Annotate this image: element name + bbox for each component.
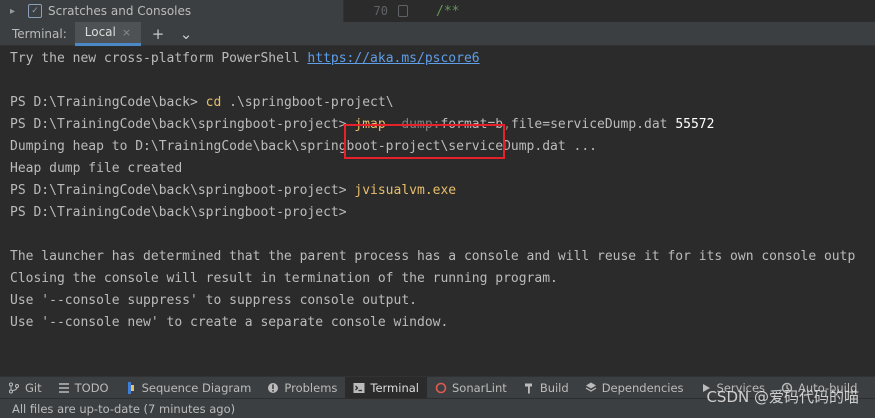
- command-arg: .\springboot-project\: [221, 95, 394, 110]
- editor-peek: 70 /**: [343, 0, 875, 22]
- terminal-line: Try the new cross-platform PowerShell ht…: [0, 48, 875, 70]
- terminal-line: Use '--console new' to create a separate…: [10, 315, 449, 330]
- terminal-line: Use '--console suppress' to suppress con…: [10, 293, 417, 308]
- chevron-right-icon[interactable]: ▸: [10, 6, 22, 17]
- line-number: 70: [373, 4, 388, 18]
- terminal-line: PS D:\TrainingCode\back> cd .\springboot…: [0, 92, 875, 114]
- tool-window-todo[interactable]: TODO: [50, 377, 117, 399]
- process-id: 55572: [675, 117, 715, 132]
- dependencies-icon: [585, 382, 597, 392]
- terminal-tab-bar: Terminal: Local × + ⌄: [0, 21, 875, 46]
- add-icon[interactable]: +: [147, 25, 169, 43]
- tool-window-label: Problems: [284, 380, 338, 395]
- tab-local[interactable]: Local ×: [74, 21, 142, 46]
- terminal-line: Heap dump file created: [10, 161, 183, 176]
- git-branch-icon: [9, 382, 19, 393]
- prompt: PS D:\TrainingCode\back\springboot-proje…: [10, 183, 355, 198]
- tool-window-sonarlint[interactable]: SonarLint: [427, 377, 515, 399]
- watermark: CSDN @爱码代码的喵: [706, 388, 859, 406]
- terminal-line-empty: [0, 224, 875, 246]
- project-tree-item[interactable]: ▸ ✓ Scratches and Consoles: [0, 0, 343, 22]
- tool-window-label: TODO: [74, 380, 109, 395]
- tool-window-label: Dependencies: [601, 380, 684, 395]
- todo-list-icon: [58, 382, 69, 393]
- terminal-line-empty: [0, 70, 875, 92]
- problems-icon: [268, 382, 279, 393]
- sonarlint-icon: [435, 382, 447, 393]
- close-icon[interactable]: ×: [122, 26, 131, 39]
- terminal-text: Try the new cross-platform PowerShell: [10, 51, 308, 66]
- tool-window-terminal[interactable]: Terminal: [345, 376, 427, 399]
- command: jvisualvm.exe: [354, 183, 457, 198]
- sequence-diagram-icon: [127, 381, 134, 394]
- top-strip: ▸ ✓ Scratches and Consoles 70 /**: [0, 0, 875, 22]
- scratches-icon: ✓: [28, 4, 42, 18]
- tool-window-label: Git: [25, 380, 42, 395]
- terminal-output[interactable]: Try the new cross-platform PowerShell ht…: [0, 47, 875, 374]
- command-arg: file=serviceDump.dat: [510, 117, 676, 132]
- tool-window-label: Build: [539, 380, 569, 395]
- tool-window-label: Terminal: [370, 380, 419, 395]
- code-comment: /**: [436, 3, 460, 19]
- terminal-icon: [353, 382, 365, 393]
- tool-window-git[interactable]: Git: [0, 377, 50, 399]
- tool-window-dependencies[interactable]: Dependencies: [577, 377, 692, 399]
- status-text: All files are up-to-date (7 minutes ago): [12, 401, 236, 416]
- fold-icon[interactable]: [398, 5, 408, 17]
- terminal-line: PS D:\TrainingCode\back\springboot-proje…: [10, 205, 347, 220]
- command: cd: [205, 95, 222, 110]
- tool-window-sequence-diagram[interactable]: Sequence Diagram: [117, 377, 260, 399]
- chevron-down-icon[interactable]: ⌄: [175, 25, 197, 43]
- tool-window-problems[interactable]: Problems: [259, 377, 345, 399]
- terminal-title: Terminal:: [12, 26, 67, 41]
- project-item-label: Scratches and Consoles: [48, 4, 192, 18]
- tab-local-label: Local: [84, 25, 116, 39]
- highlight-box: [344, 124, 505, 159]
- tool-window-label: Sequence Diagram: [141, 380, 252, 395]
- tool-window-build[interactable]: Build: [515, 377, 577, 399]
- terminal-line: The launcher has determined that the par…: [10, 249, 856, 264]
- prompt: PS D:\TrainingCode\back\springboot-proje…: [10, 117, 355, 132]
- terminal-line: Closing the console will result in termi…: [10, 271, 558, 286]
- prompt: PS D:\TrainingCode\back>: [10, 95, 206, 110]
- pscore-link[interactable]: https://aka.ms/pscore6: [307, 51, 479, 66]
- terminal-line: PS D:\TrainingCode\back\springboot-proje…: [0, 180, 875, 202]
- build-hammer-icon: [524, 383, 532, 393]
- tool-window-label: SonarLint: [452, 380, 507, 395]
